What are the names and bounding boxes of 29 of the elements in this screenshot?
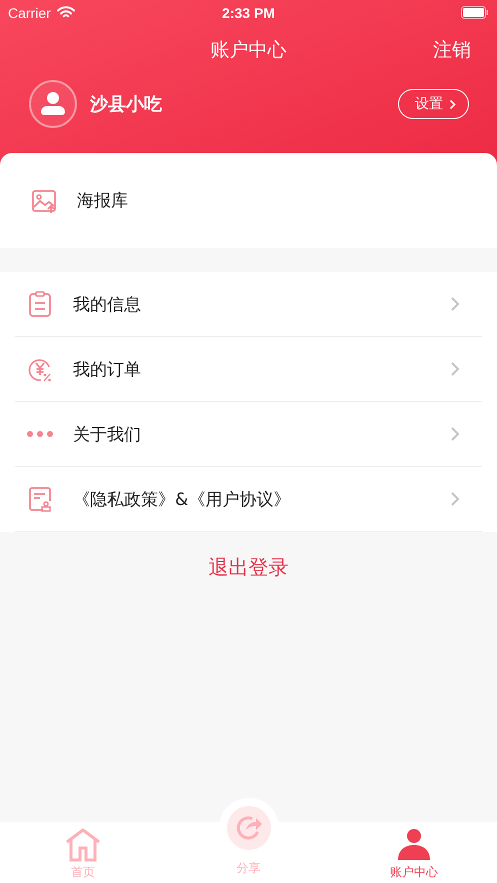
user-icon — [396, 828, 432, 862]
chevron-icon — [449, 98, 456, 110]
document-icon — [27, 486, 53, 512]
tab[interactable]: 账户中心 — [331, 828, 497, 881]
settings-button[interactable]: 设置 — [398, 89, 469, 119]
clipboard-icon — [27, 291, 53, 317]
menu-row[interactable]: 我的信息 — [15, 272, 482, 337]
page-title: 账户中心 — [210, 38, 286, 63]
avatar-icon — [28, 79, 78, 129]
clock: 2:33 PM — [221, 4, 276, 20]
image-icon — [31, 188, 57, 214]
user-name: 沙县小吃 — [90, 93, 162, 116]
menu-row[interactable]: 我的订单 — [15, 337, 482, 402]
chevron-icon — [450, 296, 460, 312]
poster-row[interactable]: 海报库 — [0, 153, 497, 248]
chevron-icon — [450, 361, 460, 377]
menu-row[interactable]: 关于我们 — [15, 402, 482, 467]
wifi-icon — [56, 6, 75, 19]
home-icon — [64, 828, 101, 862]
logout-button[interactable]: 退出登录 — [208, 554, 288, 581]
battery-icon — [461, 6, 489, 19]
more-icon — [27, 431, 53, 437]
chevron-icon — [450, 426, 460, 442]
carrier-label: Carrier — [8, 4, 51, 20]
share-icon — [226, 806, 270, 850]
logout-link[interactable]: 注销 — [433, 37, 471, 63]
menu-label: 海报库 — [77, 190, 128, 212]
chevron-icon — [450, 491, 460, 507]
menu-row[interactable]: 《隐私政策》&《用户协议》 — [15, 467, 482, 532]
